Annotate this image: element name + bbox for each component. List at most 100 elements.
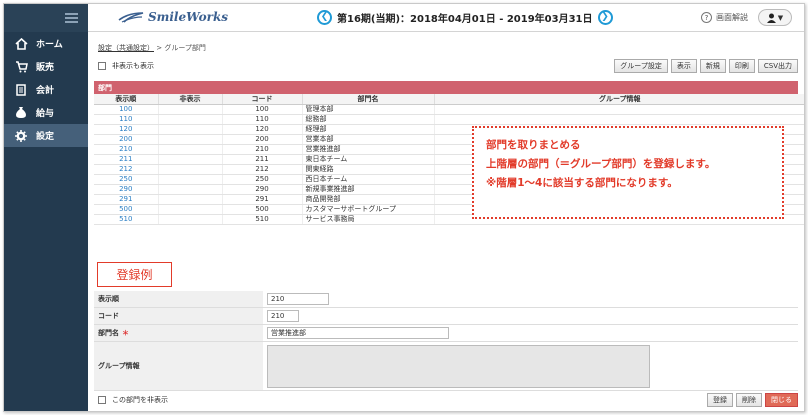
table-row[interactable]: 110 110 総務部: [94, 114, 804, 125]
name-input[interactable]: 営業推進部: [267, 327, 449, 339]
row-order-cell[interactable]: 250: [94, 174, 159, 185]
form-row-code: コード 210: [94, 308, 798, 325]
question-icon: ?: [701, 12, 712, 23]
csv-export-button[interactable]: CSV出力: [757, 59, 798, 73]
row-order-cell[interactable]: 120: [94, 124, 159, 135]
row-code-cell: 210: [222, 144, 303, 155]
row-order-cell[interactable]: 291: [94, 194, 159, 205]
callout-line-1: 部門を取りまとめる: [486, 139, 581, 151]
group-info-label: グループ情報: [94, 342, 263, 390]
row-name-cell: 経理部: [302, 124, 435, 135]
group-settings-button[interactable]: グループ設定: [614, 59, 668, 73]
row-code-cell: 110: [222, 114, 303, 125]
row-name-cell: 商品開発部: [302, 194, 435, 205]
order-input[interactable]: 210: [267, 293, 329, 305]
new-button[interactable]: 新規: [699, 59, 726, 73]
column-header-order[interactable]: 表示順: [94, 94, 159, 105]
row-name-cell: 西日本チーム: [302, 174, 435, 185]
row-hidden-cell: [158, 204, 223, 215]
logo-text: SmileWorks: [148, 10, 229, 24]
hide-department-option[interactable]: この部門を非表示: [98, 395, 168, 405]
row-order-cell[interactable]: 500: [94, 204, 159, 215]
sidebar-item-label: 給与: [36, 109, 55, 119]
sidebar-item-home[interactable]: ホーム: [4, 32, 88, 55]
help-link[interactable]: ? 画面解説: [701, 12, 748, 23]
required-mark: ＊: [122, 329, 129, 337]
cart-icon: [14, 60, 28, 74]
row-order-cell[interactable]: 100: [94, 104, 159, 115]
row-hidden-cell: [158, 154, 223, 165]
close-button[interactable]: 閉じる: [765, 393, 798, 407]
print-button[interactable]: 印刷: [728, 59, 755, 73]
row-order-cell[interactable]: 211: [94, 154, 159, 165]
sidebar-item-payroll[interactable]: 給与: [4, 101, 88, 124]
sidebar: ホーム 販売 会計 給与 設定: [4, 4, 88, 411]
row-order-cell[interactable]: 200: [94, 134, 159, 145]
sidebar-item-label: 販売: [36, 63, 55, 73]
sidebar-item-accounting[interactable]: 会計: [4, 78, 88, 101]
main-content: 設定（共通設定） > グループ部門 非表示も表示 グループ設定 表示 新規 印刷…: [88, 32, 804, 411]
hide-department-checkbox[interactable]: [98, 396, 106, 404]
column-header-group[interactable]: グループ情報: [434, 94, 804, 105]
row-order-cell[interactable]: 212: [94, 164, 159, 175]
show-hidden-option[interactable]: 非表示も表示: [98, 61, 154, 71]
home-icon: [14, 37, 28, 51]
show-hidden-label: 非表示も表示: [112, 62, 154, 70]
row-name-cell: サービス事務局: [302, 214, 435, 225]
table-header-row: 表示順 非表示 コード 部門名 グループ情報: [94, 94, 804, 105]
display-button[interactable]: 表示: [670, 59, 697, 73]
form-footer: この部門を非表示 登録 削除 閉じる: [94, 388, 798, 411]
fiscal-period-label: 第16期(当期)：2018年04月01日 - 2019年03月31日: [337, 14, 593, 25]
row-code-cell: 500: [222, 204, 303, 215]
toolbar: グループ設定 表示 新規 印刷 CSV出力: [614, 59, 798, 73]
sidebar-item-settings[interactable]: 設定: [4, 124, 88, 147]
register-button[interactable]: 登録: [707, 393, 733, 407]
breadcrumb-separator: >: [156, 44, 163, 52]
code-label: コード: [94, 308, 263, 324]
column-header-code[interactable]: コード: [222, 94, 303, 105]
row-order-cell[interactable]: 110: [94, 114, 159, 125]
prev-period-button[interactable]: ❮: [317, 10, 332, 25]
user-icon: [766, 13, 776, 23]
delete-button[interactable]: 削除: [736, 393, 762, 407]
callout-line-2: 上階層の部門（＝グループ部門）を登録します。: [486, 158, 716, 170]
next-period-button[interactable]: ❯: [597, 10, 613, 25]
row-code-cell: 211: [222, 154, 303, 165]
row-code-cell: 200: [222, 134, 303, 145]
money-bag-icon: [14, 106, 28, 120]
ledger-icon: [14, 83, 28, 97]
row-hidden-cell: [158, 174, 223, 185]
breadcrumb: 設定（共通設定） > グループ部門: [98, 43, 206, 53]
table-row[interactable]: 100 100 管理本部: [94, 104, 804, 115]
column-header-hidden[interactable]: 非表示: [158, 94, 223, 105]
row-order-cell[interactable]: 290: [94, 184, 159, 195]
column-header-name[interactable]: 部門名: [302, 94, 435, 105]
form-row-name: 部門名 ＊ 営業推進部: [94, 325, 798, 342]
hide-department-label: この部門を非表示: [112, 396, 168, 404]
row-order-cell[interactable]: 510: [94, 214, 159, 225]
name-label: 部門名 ＊: [94, 325, 263, 341]
form-actions: 登録 削除 閉じる: [707, 393, 798, 407]
row-name-cell: 関東経路: [302, 164, 435, 175]
callout-line-3: ※階層1～4に該当する部門になります。: [486, 177, 678, 189]
sidebar-item-sales[interactable]: 販売: [4, 55, 88, 78]
sidebar-item-label: 設定: [36, 132, 55, 142]
app-window: ホーム 販売 会計 給与 設定 SmileWorks ❮ 第16期(当期)：20…: [3, 3, 805, 412]
hamburger-menu-icon[interactable]: [65, 13, 78, 23]
row-code-cell: 290: [222, 184, 303, 195]
row-hidden-cell: [158, 104, 223, 115]
row-hidden-cell: [158, 134, 223, 145]
user-menu-button[interactable]: ▼: [758, 9, 792, 26]
code-input[interactable]: 210: [267, 310, 299, 322]
row-name-cell: カスタマーサポートグループ: [302, 204, 435, 215]
group-info-textarea[interactable]: [267, 344, 650, 388]
explanation-callout: 部門を取りまとめる 上階層の部門（＝グループ部門）を登録します。 ※階層1～4に…: [472, 126, 784, 219]
row-code-cell: 250: [222, 174, 303, 185]
show-hidden-checkbox[interactable]: [98, 62, 106, 70]
chevron-down-icon: ▼: [777, 13, 784, 22]
sidebar-top: [4, 4, 88, 32]
row-order-cell[interactable]: 210: [94, 144, 159, 155]
edit-form: 表示順 210 コード 210 部門名 ＊ 営業推進部 グループ情報: [94, 291, 798, 391]
breadcrumb-link-settings[interactable]: 設定（共通設定）: [98, 44, 154, 52]
registration-example-label: 登録例: [97, 262, 172, 287]
